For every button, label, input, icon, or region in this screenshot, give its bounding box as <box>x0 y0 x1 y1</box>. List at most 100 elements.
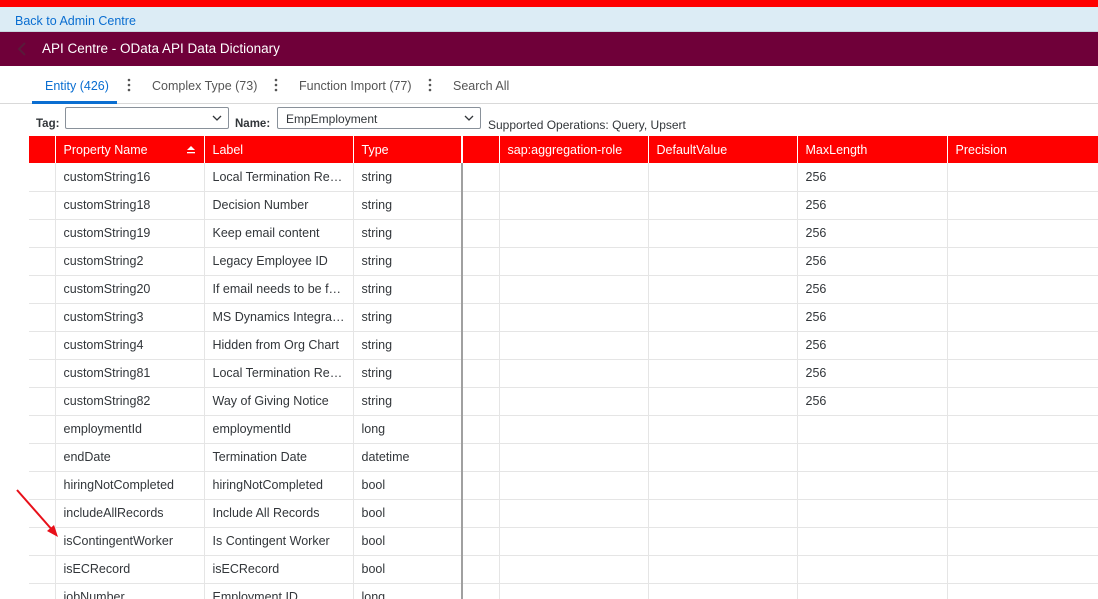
label-cell: MS Dynamics Integratio... <box>204 303 354 332</box>
row-select-cell[interactable] <box>29 247 56 276</box>
tab-search-all[interactable]: Search All <box>453 79 509 93</box>
aggregation-role-cell <box>499 359 649 388</box>
vertical-ellipsis-icon[interactable] <box>127 78 131 92</box>
row-select-cell[interactable] <box>29 275 56 304</box>
label-cell: Way of Giving Notice <box>204 387 354 416</box>
property-name-cell: jobNumber <box>55 583 205 599</box>
row-select-cell[interactable] <box>29 303 56 332</box>
column-header-aggregation-role[interactable]: sap:aggregation-role <box>499 136 649 163</box>
default-value-cell <box>648 219 798 248</box>
type-cell: string <box>353 219 463 248</box>
precision-cell <box>947 303 1098 332</box>
chevron-left-icon[interactable] <box>14 41 30 57</box>
aggregation-role-cell <box>499 163 649 192</box>
table-row[interactable]: employmentId employmentId long <box>29 415 1098 444</box>
row-select-cell[interactable] <box>29 359 56 388</box>
tab-entity[interactable]: Entity (426) <box>45 79 109 93</box>
back-to-admin-link[interactable]: Back to Admin Centre <box>15 14 136 28</box>
max-length-cell <box>797 415 948 444</box>
chevron-down-icon <box>212 115 222 121</box>
type-cell: long <box>353 583 463 599</box>
label-cell: Keep email content <box>204 219 354 248</box>
property-name-cell: customString4 <box>55 331 205 360</box>
name-label: Name: <box>235 118 271 130</box>
table-row[interactable]: customString20 If email needs to be for..… <box>29 275 1098 304</box>
table-row[interactable]: isECRecord isECRecord bool <box>29 555 1098 584</box>
sort-ascending-icon[interactable] <box>186 144 196 154</box>
row-select-cell[interactable] <box>29 191 56 220</box>
row-select-cell[interactable] <box>29 527 56 556</box>
table-row[interactable]: endDate Termination Date datetime <box>29 443 1098 472</box>
row-select-cell[interactable] <box>29 387 56 416</box>
column-header-type[interactable]: Type <box>353 136 463 163</box>
column-header-precision[interactable]: Precision <box>947 136 1098 163</box>
row-select-cell[interactable] <box>29 555 56 584</box>
default-value-cell <box>648 555 798 584</box>
row-select-cell[interactable] <box>29 583 56 599</box>
type-cell: string <box>353 247 463 276</box>
max-length-cell: 256 <box>797 219 948 248</box>
column-header-default-value[interactable]: DefaultValue <box>648 136 798 163</box>
column-header-max-length[interactable]: MaxLength <box>797 136 948 163</box>
table-row[interactable]: includeAllRecords Include All Records bool <box>29 499 1098 528</box>
data-dictionary-table: Property Name Label Type sap:aggregation… <box>29 136 1098 599</box>
default-value-cell <box>648 303 798 332</box>
table-row[interactable]: customString81 Local Termination Reason st… <box>29 359 1098 388</box>
max-length-cell: 256 <box>797 387 948 416</box>
table-row[interactable]: customString3 MS Dynamics Integratio... st… <box>29 303 1098 332</box>
table-row[interactable]: jobNumber Employment ID long <box>29 583 1098 599</box>
aggregation-role-cell <box>499 443 649 472</box>
row-select-cell[interactable] <box>29 443 56 472</box>
row-select-cell[interactable] <box>29 415 56 444</box>
max-length-cell <box>797 527 948 556</box>
max-length-cell: 256 <box>797 303 948 332</box>
default-value-cell <box>648 443 798 472</box>
default-value-cell <box>648 387 798 416</box>
precision-cell <box>947 387 1098 416</box>
property-name-cell: customString16 <box>55 163 205 192</box>
property-name-cell: customString81 <box>55 359 205 388</box>
label-cell: Hidden from Org Chart <box>204 331 354 360</box>
property-name-cell: customString18 <box>55 191 205 220</box>
table-row[interactable]: hiringNotCompleted hiringNotCompleted bool <box>29 471 1098 500</box>
aggregation-role-cell <box>499 387 649 416</box>
row-select-cell[interactable] <box>29 471 56 500</box>
table-row[interactable]: customString4 Hidden from Org Chart string… <box>29 331 1098 360</box>
column-header-property-name[interactable]: Property Name <box>55 136 205 163</box>
tag-select[interactable] <box>65 107 229 129</box>
table-header-row: Property Name Label Type sap:aggregation… <box>29 136 1098 163</box>
max-length-cell <box>797 443 948 472</box>
type-cell: string <box>353 191 463 220</box>
default-value-cell <box>648 247 798 276</box>
precision-cell <box>947 359 1098 388</box>
row-select-cell[interactable] <box>29 331 56 360</box>
aggregation-role-cell <box>499 275 649 304</box>
row-select-cell[interactable] <box>29 219 56 248</box>
table-row[interactable]: customString82 Way of Giving Notice string… <box>29 387 1098 416</box>
table-row[interactable]: customString16 Local Termination Reason st… <box>29 163 1098 192</box>
filter-bar: Tag: Name: EmpEmployment Supported Opera… <box>0 104 1098 136</box>
row-select-cell[interactable] <box>29 499 56 528</box>
table-row[interactable]: customString18 Decision Number string 256 <box>29 191 1098 220</box>
type-cell: bool <box>353 527 463 556</box>
blank-cell <box>462 583 500 599</box>
row-select-cell[interactable] <box>29 163 56 192</box>
label-cell: Is Contingent Worker <box>204 527 354 556</box>
max-length-cell <box>797 583 948 599</box>
tab-complex-type[interactable]: Complex Type (73) <box>152 79 257 93</box>
aggregation-role-cell <box>499 219 649 248</box>
table-row[interactable]: isContingentWorker Is Contingent Worker bo… <box>29 527 1098 556</box>
tab-function-import[interactable]: Function Import (77) <box>299 79 412 93</box>
blank-cell <box>462 415 500 444</box>
table-row[interactable]: customString19 Keep email content string 25… <box>29 219 1098 248</box>
precision-cell <box>947 331 1098 360</box>
vertical-ellipsis-icon[interactable] <box>428 78 432 92</box>
name-select[interactable]: EmpEmployment <box>277 107 481 129</box>
table-row[interactable]: customString2 Legacy Employee ID string 256 <box>29 247 1098 276</box>
type-cell: string <box>353 163 463 192</box>
column-header-label-col[interactable]: Label <box>204 136 354 163</box>
vertical-ellipsis-icon[interactable] <box>274 78 278 92</box>
property-name-cell: endDate <box>55 443 205 472</box>
page-title: API Centre - OData API Data Dictionary <box>42 41 280 56</box>
type-cell: bool <box>353 555 463 584</box>
